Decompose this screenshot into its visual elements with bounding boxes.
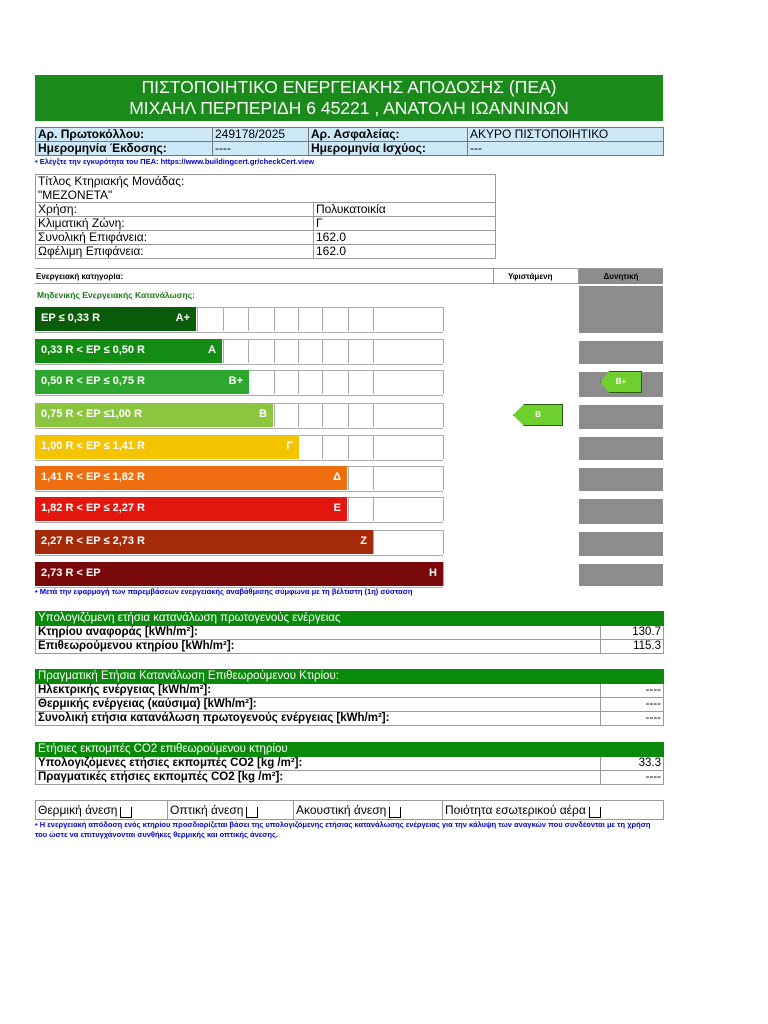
actual-co2-value: ----: [599, 770, 665, 785]
insurance-value: ΑΚΥΡΟ ΠΙΣΤΟΠΟΙΗΤΙΚΟ: [467, 127, 664, 142]
band-range: 2,73 R < EP: [41, 567, 101, 579]
use-value: Πολυκατοικία: [312, 202, 497, 217]
band-class: A: [208, 344, 216, 356]
optical-comfort-cell: Οπτική άνεση: [167, 800, 294, 820]
energy-band-1: EP ≤ 0,33 R A+: [35, 307, 196, 331]
measures-note: • Μετά την εφαρμογή των παρεμβάσεων ενερ…: [35, 587, 413, 596]
climate-zone-label: Κλιματική Ζώνη:: [35, 216, 314, 231]
energy-band-8: 2,27 R < EP ≤ 2,73 R Ζ: [35, 530, 373, 554]
thermal-energy-label: Θερμικής ενέργειας (καύσιμα) [kWh/m²]:: [35, 697, 601, 712]
valid-date-label: Ημερομηνία Ισχύος:: [308, 141, 468, 156]
co2-emissions-table: Ετήσιες εκπομπές CO2 επιθεωρούμενου κτηρ…: [34, 742, 665, 785]
total-area-value: 162.0: [312, 230, 497, 245]
check-validity-note: • Ελέγξτε την εγκυρότητα του ΠΕΑ: https:…: [35, 157, 315, 166]
band-class: Δ: [333, 471, 341, 483]
energy-band-3: 0,50 R < EP ≤ 0,75 R B+: [35, 370, 249, 394]
unit-title-value: "ΜΕΖΟΝΕΤΑ": [34, 188, 497, 203]
climate-zone-value: Γ: [312, 216, 497, 231]
energy-band-5: 1,00 R < EP ≤ 1,41 R Γ: [35, 435, 299, 459]
building-address: ΜΙΧΑΗΛ ΠΕΡΠΕΡΙΔΗ 6 45221 , ΑΝΑΤΟΛΗ ΙΩΑΝΝ…: [129, 98, 569, 118]
calculated-consumption-title: Υπολογιζόμενη ετήσια κατανάλωση πρωτογεν…: [35, 611, 664, 626]
valid-date-value: ---: [467, 141, 664, 156]
protocol-value: 249178/2025: [212, 127, 309, 142]
energy-category-label: Ενεργειακή κατηγορία:: [36, 272, 124, 281]
useful-area-label: Ωφέλιμη Επιφάνεια:: [35, 244, 314, 259]
potential-column-label: Δυνητική: [579, 269, 663, 284]
band-class: Ε: [333, 502, 341, 514]
co2-emissions-title: Ετήσιες εκπομπές CO2 επιθεωρούμενου κτηρ…: [34, 742, 665, 757]
thermal-energy-value: ----: [600, 697, 664, 712]
calculated-consumption-table: Υπολογιζόμενη ετήσια κατανάλωση πρωτογεν…: [35, 611, 664, 654]
acoustic-comfort-checkbox[interactable]: [389, 807, 402, 818]
energy-band-6: 1,41 R < EP ≤ 1,82 R Δ: [35, 466, 347, 490]
band-class: Η: [429, 567, 437, 579]
inspected-building-label: Επιθεωρούμενου κτηρίου [kWh/m²]:: [35, 639, 601, 654]
acoustic-comfort-cell: Ακουστική άνεση: [293, 800, 443, 820]
useful-area-value: 162.0: [312, 244, 497, 259]
reference-building-value: 130.7: [600, 625, 664, 640]
actual-co2-label: Πραγματικές ετήσιες εκπομπές CO2 [kg /m²…: [35, 770, 601, 785]
band-class: Ζ: [360, 535, 367, 547]
total-area-label: Συνολική Επιφάνεια:: [35, 230, 314, 245]
energy-band-2: 0,33 R < EP ≤ 0,50 R A: [35, 339, 222, 363]
band-range: 1,41 R < EP ≤ 1,82 R: [41, 471, 145, 483]
comfort-table: Θερμική άνεση Οπτική άνεση Ακουστική άνε…: [35, 800, 664, 820]
footer-note: • Η ενεργειακή απόδοση ενός κτηρίου προσ…: [35, 820, 651, 839]
thermal-comfort-cell: Θερμική άνεση: [35, 800, 168, 820]
band-class: A+: [175, 312, 190, 324]
band-range: 2,27 R < EP ≤ 2,73 R: [41, 535, 145, 547]
band-class: Γ: [286, 440, 293, 452]
issue-date-value: ----: [212, 141, 309, 156]
building-unit-table: Τίτλος Κτηριακής Μονάδας: "ΜΕΖΟΝΕΤΑ" Χρή…: [34, 174, 497, 259]
existing-class-arrow: B: [513, 404, 563, 426]
air-quality-cell: Ποιότητα εσωτερικού αέρα: [442, 800, 664, 820]
energy-band-4: 0,75 R < EP ≤1,00 R B: [35, 403, 273, 427]
calculated-co2-label: Υπολογιζόμενες ετήσιες εκπομπές CO2 [kg …: [35, 756, 601, 771]
band-range: 0,50 R < EP ≤ 0,75 R: [41, 375, 145, 387]
band-class: B+: [228, 375, 243, 387]
band-range: 1,82 R < EP ≤ 2,27 R: [41, 502, 145, 514]
band-range: 0,75 R < EP ≤1,00 R: [41, 408, 142, 420]
certificate-title: ΠΙΣΤΟΠΟΙΗΤΙΚΟ ΕΝΕΡΓΕΙΑΚΗΣ ΑΠΟΔΟΣΗΣ (ΠΕΑ): [141, 77, 557, 97]
thermal-comfort-checkbox[interactable]: [120, 807, 133, 818]
electric-energy-value: ----: [600, 683, 664, 698]
air-quality-checkbox[interactable]: [588, 807, 601, 818]
actual-consumption-title: Πραγματική Ετήσια Κατανάλωση Επιθεωρούμε…: [35, 669, 664, 684]
calculated-co2-value: 33.3: [599, 756, 665, 771]
band-range: 0,33 R < EP ≤ 0,50 R: [41, 344, 145, 356]
issue-date-label: Ημερομηνία Έκδοσης:: [35, 141, 213, 156]
band-class: B: [259, 408, 267, 420]
total-primary-value: ----: [600, 711, 664, 726]
actual-consumption-table: Πραγματική Ετήσια Κατανάλωση Επιθεωρούμε…: [35, 669, 664, 726]
use-label: Χρήση:: [35, 202, 314, 217]
reference-building-label: Κτηρίου αναφοράς [kWh/m²]:: [35, 625, 601, 640]
protocol-label: Αρ. Πρωτοκόλλου:: [35, 127, 213, 142]
inspected-building-value: 115.3: [600, 639, 664, 654]
unit-title-label: Τίτλος Κτηριακής Μονάδας:: [34, 174, 497, 189]
existing-column-label: Υφιστάμενη: [508, 272, 553, 281]
certificate-info-table: Αρ. Πρωτοκόλλου: 249178/2025 Αρ. Ασφαλεί…: [35, 127, 664, 156]
certificate-header: ΠΙΣΤΟΠΟΙΗΤΙΚΟ ΕΝΕΡΓΕΙΑΚΗΣ ΑΠΟΔΟΣΗΣ (ΠΕΑ)…: [35, 75, 663, 121]
energy-band-7: 1,82 R < EP ≤ 2,27 R Ε: [35, 497, 347, 521]
energy-band-9: 2,73 R < EP Η: [35, 562, 443, 586]
energy-scale-header: Ενεργειακή κατηγορία: Υφιστάμενη Δυνητικ…: [35, 268, 663, 284]
band-range: EP ≤ 0,33 R: [41, 312, 101, 324]
insurance-label: Αρ. Ασφαλείας:: [308, 127, 468, 142]
optical-comfort-checkbox[interactable]: [246, 807, 259, 818]
electric-energy-label: Ηλεκτρικής ενέργειας [kWh/m²]:: [35, 683, 601, 698]
band-range: 1,00 R < EP ≤ 1,41 R: [41, 440, 145, 452]
zero-energy-label: Μηδενικής Ενεργειακής Κατανάλωσης:: [37, 290, 195, 300]
total-primary-label: Συνολική ετήσια κατανάλωση πρωτογενούς ε…: [35, 711, 601, 726]
